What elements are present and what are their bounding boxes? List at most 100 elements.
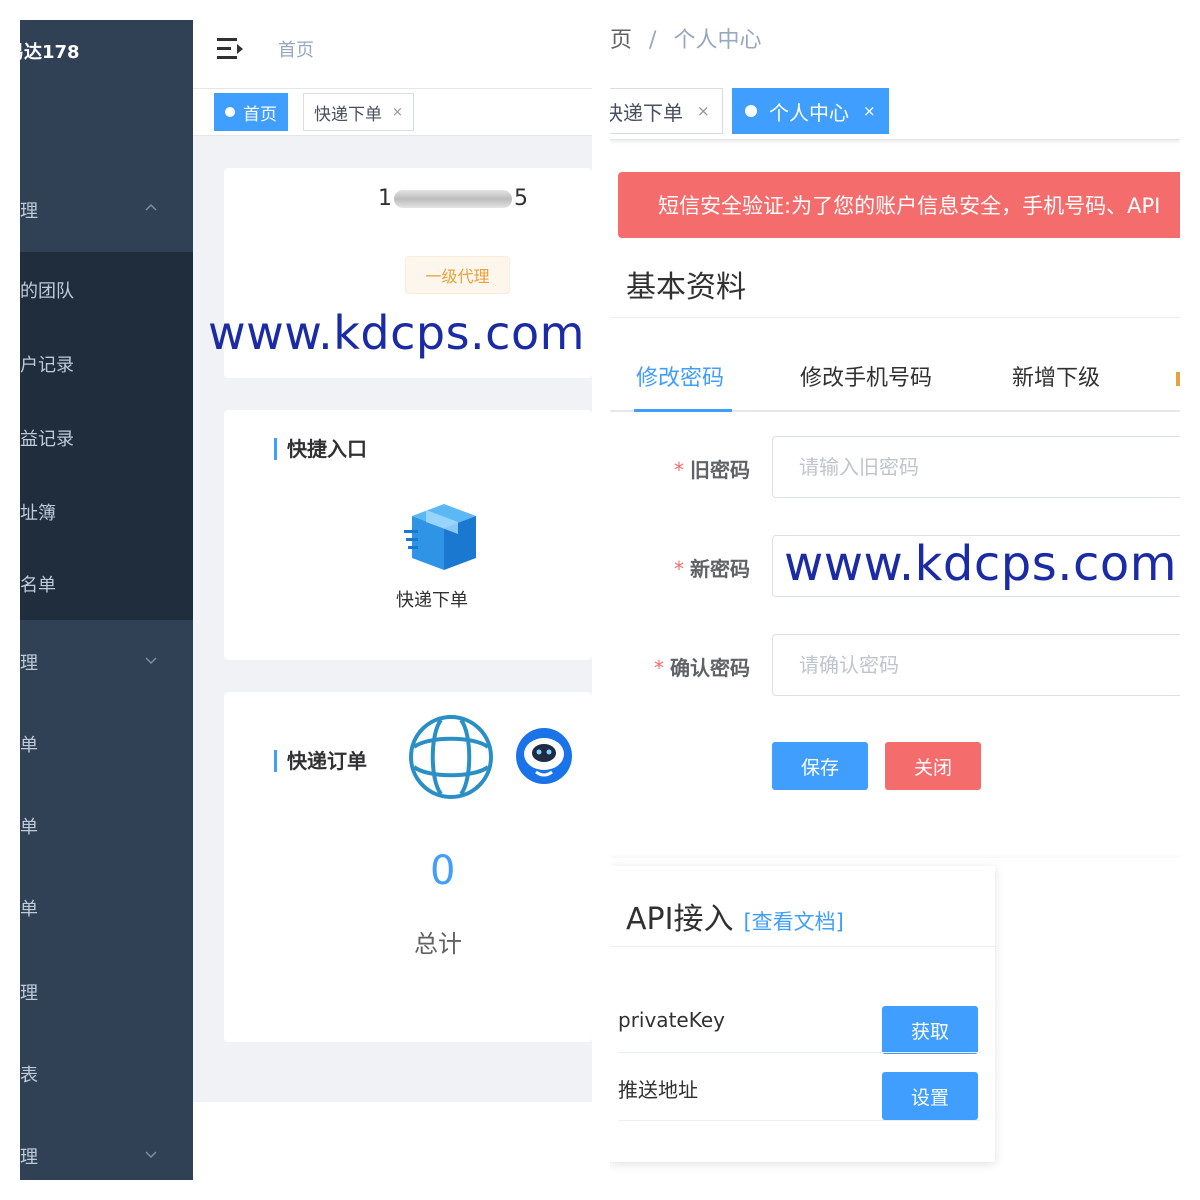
phone-suffix: 5 — [514, 186, 528, 211]
express-box-icon[interactable] — [404, 500, 484, 572]
tag-express-order[interactable]: 快递下单 × — [303, 93, 414, 131]
breadcrumb-fragment: 页 — [610, 28, 633, 53]
breadcrumb[interactable]: 首页 — [278, 36, 314, 62]
api-title: API接入 [查看文档] — [626, 894, 844, 938]
sidebar-group-label: 管理 — [20, 653, 38, 674]
sidebar-item-label: 列表 — [20, 1065, 38, 1086]
agent-level-badge: 一级代理 — [405, 256, 510, 294]
close-icon[interactable]: × — [392, 105, 403, 120]
sidebar-item-order-3[interactable]: 下单 — [20, 886, 175, 930]
active-tab-indicator — [634, 409, 732, 412]
view-docs-link[interactable]: [查看文档] — [743, 910, 843, 934]
sidebar-group-label: 管理 — [20, 1147, 38, 1168]
sidebar-item-manage-2[interactable]: 管理 — [20, 970, 175, 1014]
sidebar-item-team[interactable]: 我的团队 — [20, 270, 175, 310]
divider — [610, 317, 1180, 318]
confirm-password-label: * 确认密码 — [654, 656, 750, 680]
sidebar-item-order-2[interactable]: 下单 — [20, 804, 175, 848]
courier-logo-icon — [409, 715, 493, 799]
sidebar-group-label: 管理 — [20, 201, 38, 222]
chevron-down-icon — [145, 1151, 157, 1159]
sidebar-item-label: 下单 — [20, 735, 38, 756]
sidebar-item-label: 收益记录 — [20, 429, 74, 450]
tag-profile-center[interactable]: 个人中心 × — [732, 88, 889, 134]
tab-change-password[interactable]: 修改密码 — [636, 360, 724, 392]
sidebar-item-label: 用户记录 — [20, 355, 74, 376]
quick-entry-card: 快捷入口 快递下单 — [224, 410, 592, 660]
tab-more-indicator — [1176, 372, 1180, 386]
sidebar-item-label: 下单 — [20, 817, 38, 838]
watermark-text: www.kdcps.com — [784, 536, 1178, 592]
active-dot-icon — [745, 105, 757, 117]
get-private-key-button[interactable]: 获取 — [882, 1006, 978, 1054]
chevron-up-icon — [145, 203, 157, 211]
sidebar-item-label: 下单 — [20, 899, 38, 920]
profile-center-screenshot: 页 / 个人中心 快递下单 × 个人中心 × 短信安全验证:为了您的账户信息安全… — [610, 0, 1180, 1200]
express-order-card: 快递订单 0 总计 — [224, 692, 592, 1042]
hamburger-icon[interactable] — [217, 38, 243, 60]
tag-label: 快递下单 — [610, 100, 683, 125]
new-password-label: * 新密码 — [674, 557, 750, 581]
api-title-text: API接入 — [626, 902, 734, 937]
tags-view: 快递下单 × 个人中心 × — [610, 86, 1180, 140]
close-icon[interactable]: × — [863, 102, 876, 120]
tag-express-order[interactable]: 快递下单 × — [610, 88, 723, 134]
sidebar-item-order-1[interactable]: 下单 — [20, 722, 175, 766]
content-bottom-area — [193, 1102, 592, 1180]
tag-label: 快递下单 — [314, 104, 382, 125]
phone-prefix: 1 — [378, 186, 392, 211]
private-key-label: privateKey — [618, 1008, 725, 1032]
quick-entry-title: 快捷入口 — [274, 438, 367, 460]
admin-home-screenshot: 易达178 管理 我的团队 用户记录 收益记录 地址簿 黑名单 管理 下单 下单… — [20, 20, 592, 1180]
robot-logo-icon — [516, 728, 572, 784]
tag-label: 首页 — [243, 104, 277, 125]
sidebar-submenu: 我的团队 用户记录 收益记录 地址簿 黑名单 — [20, 252, 193, 620]
close-icon[interactable]: × — [697, 102, 710, 120]
quick-entry-label[interactable]: 快递下单 — [396, 586, 468, 612]
confirm-password-input[interactable] — [772, 634, 1180, 696]
set-push-url-button[interactable]: 设置 — [882, 1072, 978, 1120]
breadcrumb: 页 / 个人中心 — [610, 22, 761, 54]
profile-title: 基本资料 — [626, 270, 746, 305]
old-password-input[interactable] — [772, 436, 1180, 498]
sidebar-group-2[interactable]: 管理 — [20, 640, 175, 684]
express-order-title: 快递订单 — [274, 750, 367, 772]
user-phone: 1 5 — [378, 186, 528, 211]
phone-redaction — [394, 189, 512, 208]
sidebar-item-user-records[interactable]: 用户记录 — [20, 344, 175, 384]
order-count-label: 总计 — [414, 930, 462, 958]
divider — [610, 946, 995, 947]
sidebar-item-income-records[interactable]: 收益记录 — [20, 418, 175, 458]
sidebar-item-label: 我的团队 — [20, 281, 74, 302]
sidebar-item-blacklist[interactable]: 黑名单 — [20, 564, 175, 604]
tab-add-subordinate[interactable]: 新增下级 — [1012, 360, 1100, 392]
sidebar-group-manage-3[interactable]: 管理 — [20, 1134, 175, 1178]
push-url-label: 推送地址 — [618, 1078, 698, 1102]
active-dot-icon — [225, 107, 235, 117]
divider — [618, 1120, 980, 1121]
sidebar-item-list[interactable]: 列表 — [20, 1052, 175, 1096]
chevron-down-icon — [145, 657, 157, 665]
tag-home[interactable]: 首页 — [214, 93, 288, 131]
sidebar-item-label: 管理 — [20, 983, 38, 1004]
divider — [618, 1052, 980, 1053]
watermark-text: www.kdcps.com — [208, 306, 585, 360]
breadcrumb-separator: / — [649, 28, 657, 53]
sidebar-group-manage[interactable]: 管理 — [20, 188, 175, 232]
api-access-card: API接入 [查看文档] privateKey 获取 推送地址 设置 — [610, 866, 995, 1162]
close-button[interactable]: 关闭 — [885, 742, 981, 790]
breadcrumb-current: 个人中心 — [673, 28, 762, 53]
sidebar-item-label: 地址簿 — [20, 503, 56, 524]
tab-change-phone[interactable]: 修改手机号码 — [800, 360, 932, 392]
profile-tabs: 修改密码 修改手机号码 新增下级 — [610, 352, 1180, 412]
user-info-card: 1 5 一级代理 www.kdcps.com — [208, 168, 592, 378]
order-count: 0 — [430, 848, 456, 894]
tag-label: 个人中心 — [769, 100, 849, 125]
old-password-label: * 旧密码 — [674, 458, 750, 482]
sms-security-alert: 短信安全验证:为了您的账户信息安全，手机号码、API — [618, 172, 1180, 238]
save-button[interactable]: 保存 — [772, 742, 868, 790]
sidebar-item-address-book[interactable]: 地址簿 — [20, 492, 175, 532]
top-navbar: 首页 — [193, 20, 592, 88]
sidebar: 易达178 管理 我的团队 用户记录 收益记录 地址簿 黑名单 管理 下单 下单… — [20, 20, 193, 1180]
sidebar-item-label: 黑名单 — [20, 575, 56, 596]
